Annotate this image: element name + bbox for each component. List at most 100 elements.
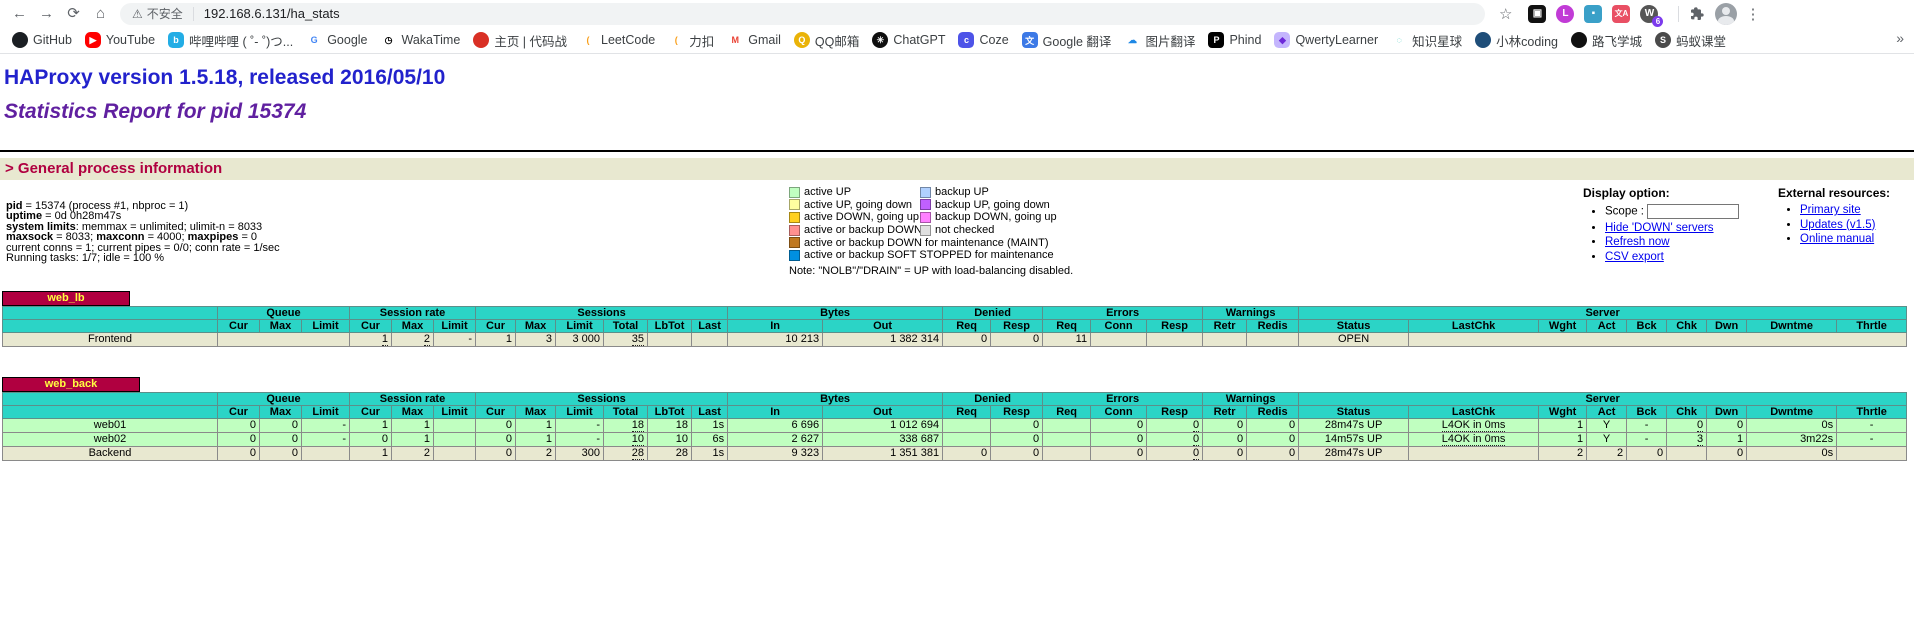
bookmark-item[interactable]: S 蚂蚁课堂 (1655, 31, 1726, 50)
cell-status: 28m47s UP (1299, 419, 1409, 433)
backend-row: Backend 0 0 1 2 0 2 300 28 28 1s 9 323 1… (3, 447, 1907, 461)
address-bar[interactable]: ⚠ 不安全 192.168.6.131/ha_stats (120, 3, 1485, 25)
bookmark-favicon: ◷ (381, 32, 397, 48)
bookmark-label: Coze (979, 33, 1008, 47)
bookmark-item[interactable]: ☁ 图片翻译 (1124, 31, 1195, 50)
cell-srate-cur: 1 (350, 447, 392, 461)
cell-warn-retr: 0 (1203, 433, 1247, 447)
bookmark-favicon: ( (580, 32, 596, 48)
bookmark-item[interactable]: GitHub (12, 32, 72, 48)
proxy-name-web-back[interactable]: web_back (2, 377, 140, 392)
legend-swatch-backup-up-going-down (920, 199, 931, 210)
browser-menu-icon[interactable]: ⋮ (1745, 5, 1760, 23)
translate-extension-icon[interactable]: 文A (1612, 5, 1630, 23)
bookmark-item[interactable]: Q QQ邮箱 (794, 31, 859, 50)
bookmarks-overflow-chevron[interactable]: » (1896, 30, 1904, 46)
bookmark-item[interactable]: ✳ ChatGPT (872, 32, 945, 48)
cell-errors-conn: 0 (1091, 419, 1147, 433)
forward-icon[interactable]: → (33, 3, 60, 25)
bookmark-label: QQ邮箱 (815, 31, 859, 50)
csv-export-link[interactable]: CSV export (1605, 251, 1664, 263)
proxy-name-web-lb[interactable]: web_lb (2, 291, 130, 306)
updates-link[interactable]: Updates (v1.5) (1800, 219, 1875, 231)
bookmark-favicon: ✳ (872, 32, 888, 48)
cell-sess-limit: 3 000 (556, 333, 604, 347)
primary-site-link[interactable]: Primary site (1800, 204, 1861, 216)
cell-srate-cur: 1 (350, 333, 392, 347)
scope-input[interactable] (1647, 204, 1739, 219)
cell-dwntme: 3m22s (1747, 433, 1837, 447)
browser-toolbar: ← → ⟳ ⌂ ⚠ 不安全 192.168.6.131/ha_stats ☆ ▣… (0, 0, 1914, 27)
profile-avatar[interactable] (1715, 3, 1737, 25)
cell-queue-max: 0 (260, 419, 302, 433)
cell-dwn: 1 (1707, 433, 1747, 447)
cell-sess-max: 3 (516, 333, 556, 347)
bookmark-item[interactable]: M Gmail (727, 32, 781, 48)
legend-row: active or backup SOFT STOPPED for mainte… (789, 249, 1119, 262)
reload-icon[interactable]: ⟳ (60, 3, 87, 25)
cell-warn-retr: 0 (1203, 447, 1247, 461)
cell-status: 14m57s UP (1299, 433, 1409, 447)
bookmark-item[interactable]: 主页 | 代码战 (473, 31, 567, 50)
bookmark-label: QwertyLearner (1295, 33, 1378, 47)
server-row: web01 0 0 - 1 1 0 1 - 18 18 1s 6 696 1 0… (3, 419, 1907, 433)
cell-warn-retr: 0 (1203, 419, 1247, 433)
bookmark-favicon: P (1208, 32, 1224, 48)
page-title[interactable]: HAProxy version 1.5.18, released 2016/05… (4, 66, 445, 90)
bookmark-item[interactable]: ◌ 知识星球 (1391, 31, 1462, 50)
home-icon[interactable]: ⌂ (87, 3, 114, 25)
bookmark-favicon: G (306, 32, 322, 48)
scope-label: Scope : (1605, 206, 1644, 218)
security-chip[interactable]: ⚠ 不安全 (132, 5, 183, 22)
cell-lastchk (1409, 447, 1539, 461)
extension-icon-purple[interactable]: L (1556, 5, 1574, 23)
extensions-puzzle-icon[interactable] (1689, 6, 1705, 22)
back-icon[interactable]: ← (6, 3, 33, 25)
refresh-now-link[interactable]: Refresh now (1605, 236, 1670, 248)
server-row: web02 0 0 - 0 1 0 1 - 10 10 6s 2 627 338… (3, 433, 1907, 447)
bookmark-item[interactable]: ◷ WakaTime (381, 32, 461, 48)
bookmark-item[interactable]: 路飞学城 (1571, 31, 1642, 50)
bookmark-favicon: S (1655, 32, 1671, 48)
online-manual-link[interactable]: Online manual (1800, 233, 1874, 245)
bookmark-item[interactable]: ( LeetCode (580, 32, 655, 48)
extension-icon-blue[interactable]: ▪ (1584, 5, 1602, 23)
cell-srate-cur: 0 (350, 433, 392, 447)
legend-swatch-active-up (789, 187, 800, 198)
cell-denied-resp: 0 (991, 333, 1043, 347)
bookmark-item[interactable]: 小林coding (1475, 31, 1558, 50)
bookmark-item[interactable]: ▶ YouTube (85, 32, 155, 48)
warning-icon: ⚠ (132, 7, 143, 21)
cell-srate-max: 2 (392, 333, 434, 347)
cell-sess-limit: - (556, 433, 604, 447)
bookmark-item[interactable]: ( 力扣 (668, 31, 714, 50)
bookmark-item[interactable]: ◆ QwertyLearner (1274, 32, 1378, 48)
cell-sess-total: 35 (604, 333, 648, 347)
cell-dwn: 0 (1707, 419, 1747, 433)
bookmark-favicon: ▶ (85, 32, 101, 48)
bookmark-favicon (1475, 32, 1491, 48)
cell-queue-limit: - (302, 433, 350, 447)
cell-warn-redis: 0 (1247, 419, 1299, 433)
legend-row: active UP backup UP (789, 186, 1119, 199)
bookmark-star-icon[interactable]: ☆ (1499, 5, 1512, 23)
hide-down-servers-link[interactable]: Hide 'DOWN' servers (1605, 222, 1714, 234)
cell-queue-max: 0 (260, 433, 302, 447)
bookmark-item[interactable]: 文 Google 翻译 (1022, 31, 1112, 50)
legend-swatch-backup-down-going-up (920, 212, 931, 223)
cell-bytes-out: 1 382 314 (823, 333, 943, 347)
bookmark-item[interactable]: b 哔哩哔哩 ( ˚- ˚)つ... (168, 31, 293, 50)
cell-errors-conn: 0 (1091, 433, 1147, 447)
cell-sess-cur: 0 (476, 447, 516, 461)
cell-act: Y (1587, 419, 1627, 433)
cell-warn-redis: 0 (1247, 447, 1299, 461)
bookmark-item[interactable]: P Phind (1208, 32, 1261, 48)
extension-icon-dark[interactable]: ▣ (1528, 5, 1546, 23)
cell-sess-cur: 1 (476, 333, 516, 347)
extension-icon-w[interactable]: W6 (1640, 5, 1658, 23)
security-label: 不安全 (147, 5, 183, 22)
web-lb-table-wrap: Queue Session rate Sessions Bytes Denied… (2, 306, 1907, 347)
bookmark-item[interactable]: G Google (306, 32, 367, 48)
bookmark-item[interactable]: c Coze (958, 32, 1008, 48)
cell-errors-req: 11 (1043, 333, 1091, 347)
